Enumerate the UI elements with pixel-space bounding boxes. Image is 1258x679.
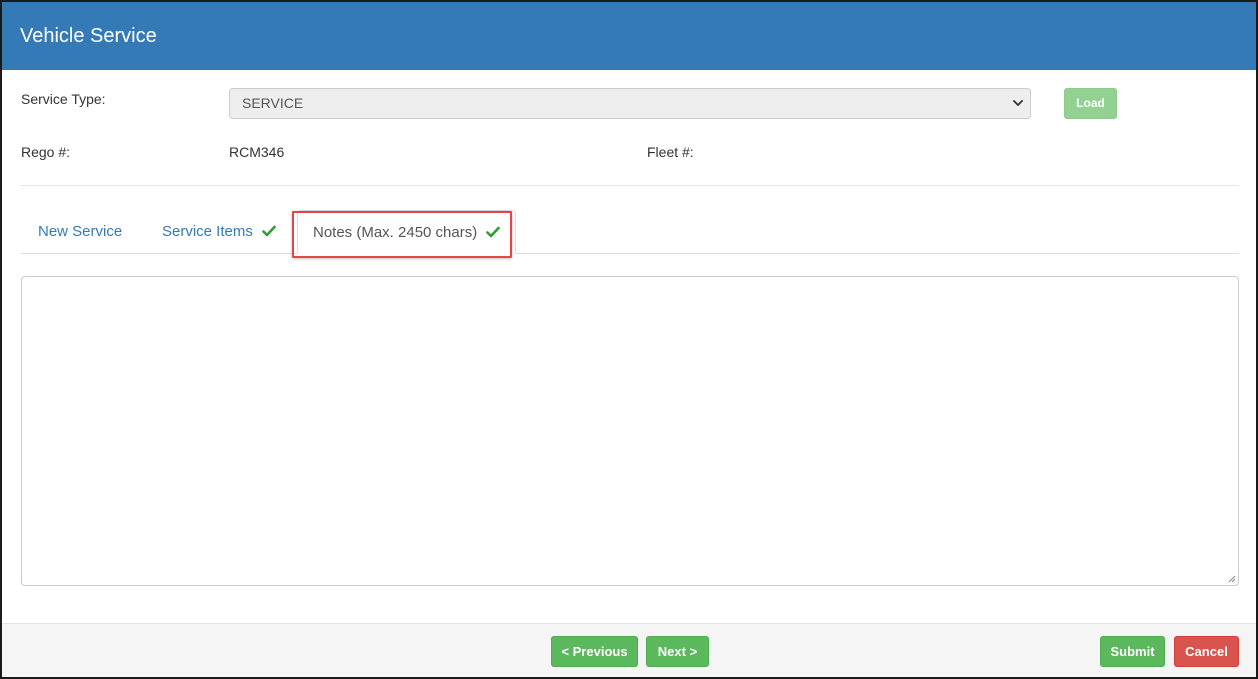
chevron-down-icon: [1013, 100, 1023, 106]
next-button[interactable]: Next >: [646, 636, 709, 667]
fleet-label: Fleet #:: [647, 144, 694, 160]
check-icon: [486, 226, 501, 238]
vehicle-service-dialog: Vehicle Service Service Type: SERVICE Lo…: [0, 0, 1258, 679]
tab-service-items[interactable]: Service Items: [162, 210, 276, 254]
service-type-select[interactable]: SERVICE: [229, 88, 1031, 119]
dialog-footer: < Previous Next > Submit Cancel: [2, 623, 1256, 677]
tab-label: Notes (Max. 2450 chars): [313, 224, 478, 241]
notes-textarea[interactable]: [21, 276, 1239, 586]
tab-label: Service Items: [162, 223, 253, 240]
load-button[interactable]: Load: [1064, 88, 1117, 119]
dialog-header: Vehicle Service: [2, 2, 1256, 70]
service-type-label: Service Type:: [21, 91, 106, 107]
previous-button[interactable]: < Previous: [551, 636, 638, 667]
resize-grip-icon[interactable]: [1226, 573, 1236, 583]
tab-new-service[interactable]: New Service: [38, 210, 122, 254]
cancel-button[interactable]: Cancel: [1174, 636, 1239, 667]
tab-notes[interactable]: Notes (Max. 2450 chars): [297, 210, 517, 254]
tab-label: New Service: [38, 223, 123, 240]
rego-value: RCM346: [229, 144, 285, 160]
submit-button[interactable]: Submit: [1100, 636, 1165, 667]
service-type-value: SERVICE: [242, 95, 304, 111]
rego-label: Rego #:: [21, 144, 71, 160]
divider: [21, 185, 1239, 186]
check-icon: [262, 225, 276, 237]
dialog-title: Vehicle Service: [20, 25, 157, 47]
